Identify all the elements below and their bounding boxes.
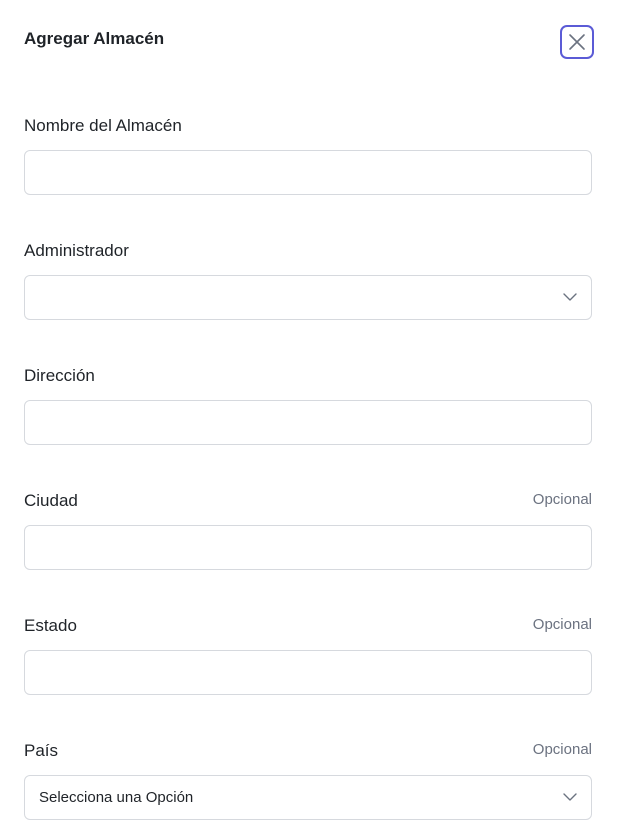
administrador-select[interactable]	[24, 275, 592, 320]
modal-header: Agregar Almacén	[24, 0, 594, 80]
direccion-label: Dirección	[24, 366, 95, 385]
field-ciudad: Ciudad Opcional	[24, 491, 592, 570]
nombre-almacen-label: Nombre del Almacén	[24, 116, 182, 135]
pais-selected-value: Selecciona una Opción	[39, 789, 194, 806]
ciudad-input[interactable]	[24, 525, 592, 570]
field-pais: País Opcional Selecciona una Opción	[24, 741, 592, 820]
field-direccion: Dirección	[24, 366, 592, 445]
close-icon	[569, 34, 585, 50]
administrador-label: Administrador	[24, 241, 129, 260]
pais-select[interactable]: Selecciona una Opción	[24, 775, 592, 820]
field-administrador: Administrador	[24, 241, 592, 320]
pais-label: País	[24, 741, 59, 760]
chevron-down-icon	[563, 793, 577, 801]
ciudad-optional-label: Opcional	[532, 491, 592, 508]
ciudad-label: Ciudad	[24, 491, 78, 510]
estado-optional-label: Opcional	[532, 616, 592, 633]
pais-optional-label: Opcional	[532, 741, 592, 758]
field-nombre-almacen: Nombre del Almacén	[24, 116, 592, 195]
estado-label: Estado	[24, 616, 77, 635]
modal-title: Agregar Almacén	[24, 29, 165, 48]
chevron-down-icon	[563, 293, 577, 301]
close-button[interactable]	[560, 25, 594, 59]
direccion-input[interactable]	[24, 400, 592, 445]
field-estado: Estado Opcional	[24, 616, 592, 695]
nombre-almacen-input[interactable]	[24, 150, 592, 195]
estado-input[interactable]	[24, 650, 592, 695]
